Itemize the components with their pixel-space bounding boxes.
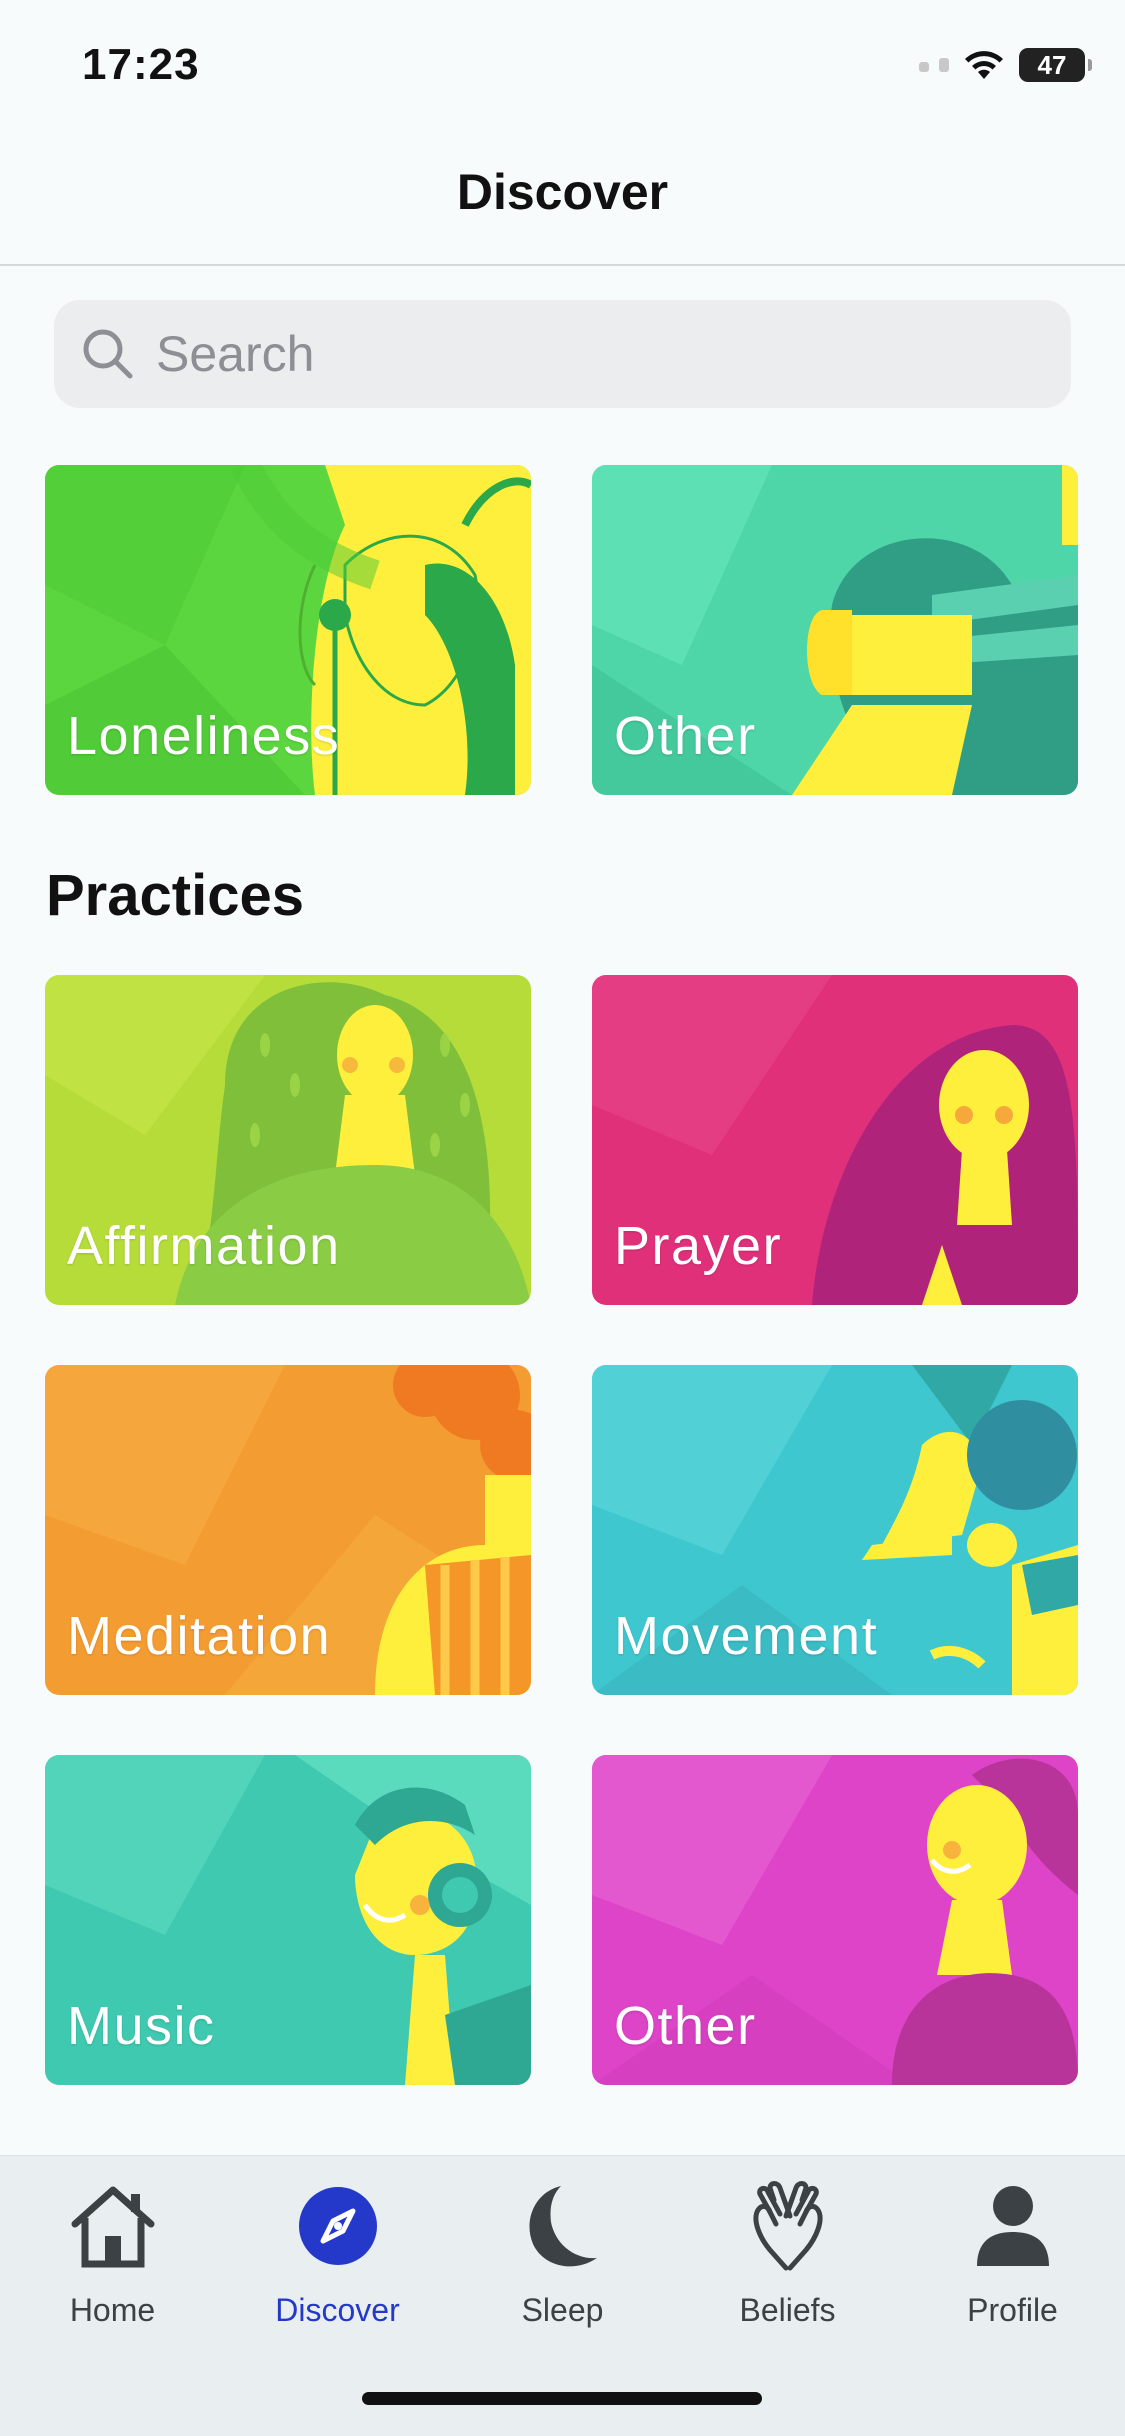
search-input[interactable]: Search bbox=[54, 300, 1071, 408]
wifi-icon bbox=[965, 51, 1003, 79]
practice-card-prayer[interactable]: Prayer bbox=[592, 975, 1078, 1305]
search-placeholder: Search bbox=[156, 326, 315, 382]
practice-card-movement[interactable]: Movement bbox=[592, 1365, 1078, 1695]
praying-hands-icon bbox=[752, 2181, 823, 2271]
page-title: Discover bbox=[456, 164, 669, 220]
practice-card-affirmation[interactable]: Affirmation bbox=[45, 975, 531, 1305]
search-icon bbox=[83, 329, 133, 379]
status-time: 17:23 bbox=[82, 40, 200, 89]
category-card-other[interactable]: Other bbox=[592, 465, 1078, 795]
house-icon bbox=[71, 2186, 154, 2268]
category-card-loneliness[interactable]: Loneliness bbox=[45, 465, 531, 795]
card-label: Prayer bbox=[614, 1216, 783, 1276]
tab-profile[interactable]: Profile bbox=[900, 2178, 1125, 2358]
section-title-practices: Practices bbox=[46, 863, 304, 928]
home-indicator[interactable] bbox=[362, 2392, 762, 2405]
card-label: Affirmation bbox=[67, 1216, 341, 1276]
tab-label: Discover bbox=[275, 2292, 400, 2328]
card-label: Other bbox=[614, 1996, 757, 2056]
cellular-signal-icon bbox=[919, 58, 949, 72]
battery-level: 47 bbox=[1037, 49, 1067, 80]
tab-label: Profile bbox=[967, 2292, 1058, 2328]
card-label: Other bbox=[614, 706, 757, 766]
tab-sleep[interactable]: Sleep bbox=[450, 2178, 675, 2358]
card-label: Music bbox=[67, 1996, 216, 2056]
moon-icon bbox=[528, 2186, 597, 2267]
tab-label: Beliefs bbox=[739, 2292, 836, 2328]
status-bar: 17:23 47 bbox=[0, 0, 1125, 130]
tab-discover[interactable]: Discover bbox=[225, 2178, 450, 2358]
tab-beliefs[interactable]: Beliefs bbox=[675, 2178, 900, 2358]
practice-card-other[interactable]: Other bbox=[592, 1755, 1078, 2085]
status-indicators: 47 bbox=[919, 48, 1092, 82]
nav-bar: Discover bbox=[0, 130, 1125, 266]
tab-home[interactable]: Home bbox=[0, 2178, 225, 2358]
card-label: Meditation bbox=[67, 1606, 332, 1666]
card-label: Movement bbox=[614, 1606, 879, 1666]
tab-label: Sleep bbox=[521, 2292, 604, 2328]
card-label: Loneliness bbox=[67, 706, 341, 766]
battery-icon: 47 bbox=[1019, 48, 1092, 82]
practice-card-meditation[interactable]: Meditation bbox=[45, 1365, 531, 1695]
person-icon bbox=[976, 2186, 1049, 2266]
compass-icon bbox=[298, 2187, 377, 2265]
tab-label: Home bbox=[69, 2292, 156, 2328]
practice-card-music[interactable]: Music bbox=[45, 1755, 531, 2085]
